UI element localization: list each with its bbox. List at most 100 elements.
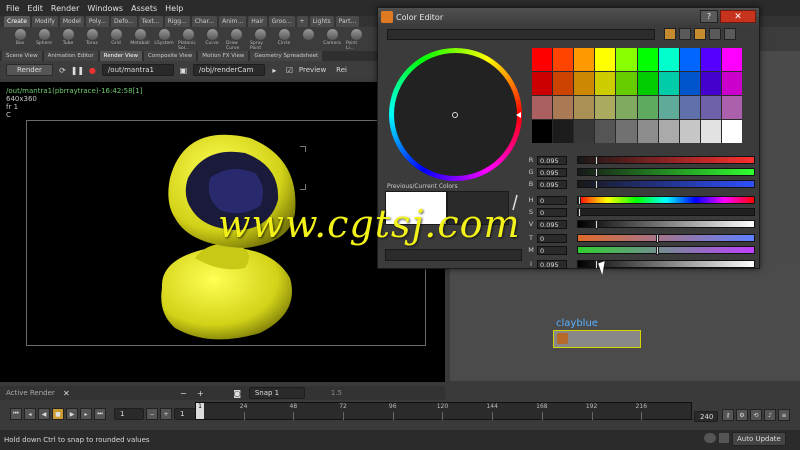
palette-swatch[interactable] xyxy=(574,96,595,119)
shelf-tool[interactable]: Curve xyxy=(202,27,222,46)
decrement-button[interactable]: − xyxy=(146,408,158,420)
color-value-field[interactable] xyxy=(385,249,522,261)
slider-value-field[interactable]: 0 xyxy=(537,245,567,255)
shelf-tab[interactable]: Create xyxy=(4,16,30,27)
slider-value-field[interactable]: 0.095 xyxy=(537,155,567,165)
pane-tab[interactable]: Scene View xyxy=(2,51,42,61)
close-icon[interactable]: ✕ xyxy=(61,388,72,399)
slider-value-field[interactable]: 0.095 xyxy=(537,259,567,269)
refresh-icon[interactable]: ⟳ xyxy=(57,65,68,76)
palette-swatch[interactable] xyxy=(553,48,574,71)
menu-item-render[interactable]: Render xyxy=(51,4,79,13)
loop-icon[interactable]: ⟲ xyxy=(750,409,762,421)
render-button[interactable]: Render xyxy=(6,64,53,76)
palette-swatch[interactable] xyxy=(721,96,742,119)
palette-swatch[interactable] xyxy=(574,72,595,95)
palette-swatch[interactable] xyxy=(616,72,637,95)
palette-swatch[interactable] xyxy=(721,120,742,143)
pane-tab[interactable]: Motion FX View xyxy=(198,51,249,61)
shelf-tool[interactable]: LSystem xyxy=(154,27,174,46)
slider-track[interactable] xyxy=(577,208,755,217)
palette-swatch[interactable] xyxy=(679,120,700,143)
palette-swatch[interactable] xyxy=(553,72,574,95)
snapshot-icon[interactable]: ◙ xyxy=(232,388,243,399)
zoom-in-icon[interactable]: + xyxy=(195,388,206,399)
palette-swatch[interactable] xyxy=(637,48,658,71)
shelf-tab[interactable]: Model xyxy=(59,16,84,27)
palette-swatch[interactable] xyxy=(574,48,595,71)
help-button[interactable]: ? xyxy=(700,10,718,23)
zoom-out-icon[interactable]: − xyxy=(178,388,189,399)
slider-handle[interactable] xyxy=(594,220,598,229)
shelf-tool[interactable]: Metaball xyxy=(130,27,150,46)
palette-swatch[interactable] xyxy=(637,96,658,119)
go-end-icon[interactable]: ⏭ xyxy=(94,408,106,420)
palette-swatch[interactable] xyxy=(595,120,616,143)
palette-swatch[interactable] xyxy=(658,120,679,143)
slider-handle[interactable] xyxy=(594,168,598,177)
shelf-tool[interactable]: Point Li... xyxy=(346,27,366,51)
play-icon[interactable]: ▶ xyxy=(66,408,78,420)
shelf-tool[interactable]: Tube xyxy=(58,27,78,46)
pane-tab[interactable]: Composite View xyxy=(144,51,197,61)
options-icon[interactable]: ≡ xyxy=(778,409,790,421)
slider-handle[interactable] xyxy=(656,246,660,255)
stop-icon[interactable]: ● xyxy=(87,65,98,76)
color-picker-handle[interactable] xyxy=(452,112,458,118)
cloud-icon[interactable] xyxy=(704,433,716,443)
slider-handle[interactable] xyxy=(594,260,598,269)
shelf-tool[interactable]: Draw Curve xyxy=(226,27,246,51)
shelf-tool[interactable]: Circle xyxy=(274,27,294,46)
preview-checkbox-icon[interactable]: ☑ xyxy=(284,65,295,76)
slider-track[interactable] xyxy=(577,156,755,165)
shelf-tool[interactable] xyxy=(298,27,318,41)
palette-swatch[interactable] xyxy=(532,120,553,143)
play-reverse-icon[interactable]: ◀ xyxy=(38,408,50,420)
slider-handle[interactable] xyxy=(578,208,581,217)
lock-icon[interactable] xyxy=(719,433,729,443)
shelf-tool[interactable]: Sphere xyxy=(34,27,54,46)
shelf-tab[interactable]: Text... xyxy=(138,16,163,27)
slider-track[interactable] xyxy=(577,246,755,255)
eyedropper-icon[interactable] xyxy=(724,28,736,40)
slider-track[interactable] xyxy=(577,196,755,205)
step-back-icon[interactable]: ◂ xyxy=(24,408,36,420)
increment-button[interactable]: + xyxy=(160,408,172,420)
palette-swatch[interactable] xyxy=(553,96,574,119)
end-frame-field[interactable]: 240 xyxy=(694,411,718,422)
go-start-icon[interactable]: ⏮ xyxy=(10,408,22,420)
shelf-tab[interactable]: Groo... xyxy=(268,16,295,27)
timeline-ruler[interactable]: 1 24 48 72 96 120 144 168 192 216 xyxy=(195,402,692,420)
palette-swatch[interactable] xyxy=(637,120,658,143)
palette-swatch[interactable] xyxy=(637,72,658,95)
shelf-tool[interactable]: Box xyxy=(10,27,30,46)
slider-value-field[interactable]: 0.095 xyxy=(537,179,567,189)
palette-swatch[interactable] xyxy=(616,120,637,143)
step-forward-icon[interactable]: ▸ xyxy=(80,408,92,420)
list-mode-icon[interactable] xyxy=(709,28,721,40)
palette-swatch[interactable] xyxy=(616,96,637,119)
menu-item-edit[interactable]: Edit xyxy=(27,4,43,13)
swatch-mode-icon[interactable] xyxy=(679,28,691,40)
pause-icon[interactable]: ❚❚ xyxy=(71,65,84,76)
shelf-tab[interactable]: Lights xyxy=(309,16,334,27)
menu-item-file[interactable]: File xyxy=(6,4,19,13)
slider-handle[interactable] xyxy=(656,234,660,243)
network-editor[interactable] xyxy=(450,258,800,380)
pane-tab[interactable]: Render View xyxy=(99,51,143,61)
output-driver-field[interactable]: /out/mantra1 xyxy=(101,64,174,76)
slider-value-field[interactable]: 0 xyxy=(537,207,567,217)
palette-swatch[interactable] xyxy=(679,48,700,71)
palette-swatch[interactable] xyxy=(721,72,742,95)
shelf-tab[interactable]: Hair xyxy=(248,16,267,27)
palette-swatch[interactable] xyxy=(553,120,574,143)
palette-swatch[interactable] xyxy=(679,96,700,119)
shelf-tool[interactable]: Camera xyxy=(322,27,342,46)
menu-item-assets[interactable]: Assets xyxy=(131,4,157,13)
camera-field[interactable]: /obj/renderCam xyxy=(192,64,265,76)
shelf-tool[interactable]: Grid xyxy=(106,27,126,46)
shelf-tool[interactable]: Spray Paint xyxy=(250,27,270,51)
shelf-tab[interactable]: Defo... xyxy=(111,16,137,27)
shelf-tab[interactable]: Char... xyxy=(191,16,218,27)
camera-icon[interactable]: ▣ xyxy=(178,65,189,76)
